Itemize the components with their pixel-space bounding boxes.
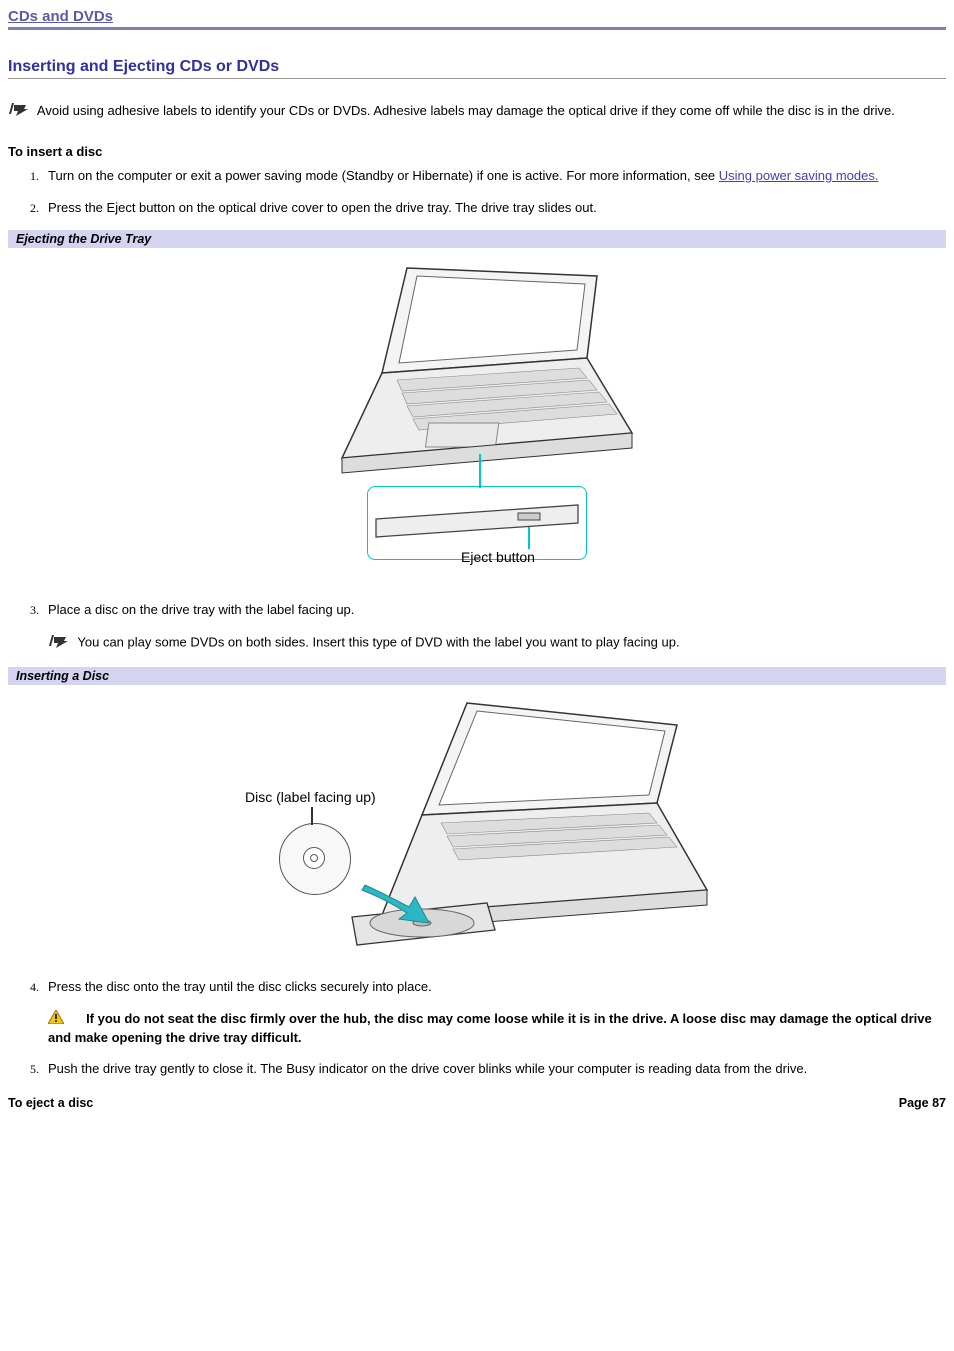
figure-1: Eject button: [8, 248, 946, 601]
figure-1-caption: Ejecting the Drive Tray: [8, 230, 946, 248]
insert-heading: To insert a disc: [8, 144, 946, 159]
step-4: Press the disc onto the tray until the d…: [42, 978, 946, 1046]
step-4-warning-text: If you do not seat the disc firmly over …: [48, 1011, 932, 1045]
callout-label-disc: Disc (label facing up): [245, 789, 376, 805]
disc-illustration: [279, 823, 351, 895]
callout-connector-2: [311, 807, 313, 825]
step-3: Place a disc on the drive tray with the …: [42, 601, 946, 653]
warning-icon: [48, 1010, 64, 1029]
note-adhesive-labels: Avoid using adhesive labels to identify …: [8, 101, 946, 122]
callout-label-eject: Eject button: [438, 549, 558, 565]
step-3-note-text: You can play some DVDs on both sides. In…: [77, 635, 679, 650]
note-text: Avoid using adhesive labels to identify …: [37, 103, 895, 118]
step-4-text: Press the disc onto the tray until the d…: [48, 979, 432, 994]
step-3-text: Place a disc on the drive tray with the …: [48, 602, 354, 617]
step-2: Press the Eject button on the optical dr…: [42, 199, 946, 217]
figure-2: Disc (label facing up): [8, 685, 946, 978]
eject-heading: To eject a disc: [8, 1096, 93, 1110]
breadcrumb[interactable]: CDs and DVDs: [8, 8, 946, 30]
callout-box-eject: Eject button: [367, 486, 587, 560]
page-number: Page 87: [899, 1096, 946, 1110]
step-4-warning: If you do not seat the disc firmly over …: [48, 1010, 946, 1046]
link-power-saving-modes[interactable]: Using power saving modes.: [719, 168, 879, 183]
callout-connector-1: [479, 454, 481, 488]
step-5: Push the drive tray gently to close it. …: [42, 1060, 946, 1078]
step-3-note: You can play some DVDs on both sides. In…: [48, 633, 946, 654]
note-icon: [48, 633, 70, 654]
section-title: Inserting and Ejecting CDs or DVDs: [8, 58, 946, 79]
step-1-text: Turn on the computer or exit a power sav…: [48, 168, 719, 183]
step-1: Turn on the computer or exit a power sav…: [42, 167, 946, 185]
figure-2-caption: Inserting a Disc: [8, 667, 946, 685]
note-icon: [8, 101, 30, 122]
